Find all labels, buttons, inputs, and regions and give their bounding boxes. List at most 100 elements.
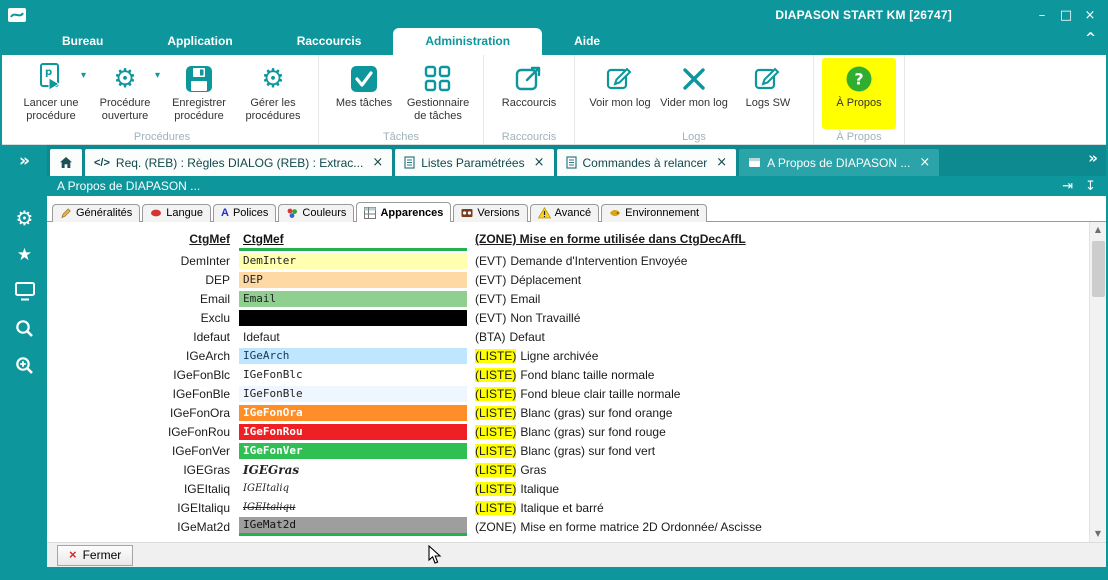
desc-text: Fond bleue clair taille normale (520, 387, 680, 401)
ribbon-button-mes-taches[interactable]: Mes tâches (327, 58, 401, 129)
menu-tab-administration[interactable]: Administration (393, 28, 542, 55)
col-header-zone-desc[interactable]: (ZONE) Mise en forme utilisée dans CtgDe… (467, 232, 1089, 246)
sidebar-double-chevron-icon[interactable]: » (2, 145, 47, 177)
doc-tab-a-propos-de-diapason[interactable]: A Propos de DIAPASON ...× (739, 149, 939, 176)
tab-couleurs[interactable]: Couleurs (278, 204, 354, 222)
desc-text: Italique et barré (520, 501, 603, 515)
table-row-deminter[interactable]: DemInterDemInter(EVT)Demande d'Intervent… (59, 251, 1089, 270)
doc-tab-commandes-a-relancer[interactable]: Commandes à relancer× (557, 149, 737, 176)
table-row-igegras[interactable]: IGEGrasIGEGras(LISTE)Gras (59, 460, 1089, 479)
tab-polices[interactable]: APolices (213, 204, 276, 222)
content-column: </>Req. (REB) : Règles DIALOG (REB) : Ex… (47, 145, 1106, 567)
table-row-igeitaliqu[interactable]: IGEItaliquIGEItaliqu(LISTE)Italique et b… (59, 498, 1089, 517)
sidebar-monitor-icon[interactable] (2, 273, 47, 310)
table-row-igefonrou[interactable]: IGeFonRouIGeFonRou(LISTE)Blanc (gras) su… (59, 422, 1089, 441)
menu-tab-raccourcis[interactable]: Raccourcis (265, 28, 394, 55)
table-row-igemat2d[interactable]: IGeMat2dIGeMat2d(ZONE)Mise en forme matr… (59, 517, 1089, 536)
doc-tab-listes-parametrees[interactable]: Listes Paramétrées× (395, 149, 553, 176)
table-row-exclu[interactable]: ExcluExclu(EVT)Non Travaillé (59, 308, 1089, 327)
dropdown-arrow-icon[interactable]: ▾ (155, 70, 160, 81)
menu-tab-application[interactable]: Application (135, 28, 264, 55)
desc-tag: (LISTE) (475, 349, 516, 363)
panel-tabs: GénéralitésLangueAPolicesCouleurs Apparen… (47, 196, 1106, 222)
sidebar-search-icon[interactable] (2, 310, 47, 347)
ribbon-button-gerer-les-procedures[interactable]: ⚙Gérer les procédures (236, 58, 310, 129)
ribbon-button-vider-mon-log[interactable]: Vider mon log (657, 58, 731, 129)
table-row-igefonver[interactable]: IGeFonVerIGeFonVer(LISTE)Blanc (gras) su… (59, 441, 1089, 460)
sidebar-gear-icon[interactable]: ⚙ (2, 199, 47, 236)
style-description: (LISTE)Gras (467, 463, 1089, 477)
close-tab-icon[interactable]: × (716, 155, 727, 170)
tab-overflow-chevrons-icon[interactable]: » (1088, 149, 1098, 167)
table-row-igefonora[interactable]: IGeFonOraIGeFonOra(LISTE)Blanc (gras) su… (59, 403, 1089, 422)
style-name: IGeFonOra (59, 406, 239, 420)
style-description: (LISTE)Italique (467, 482, 1089, 496)
tab-generalites[interactable]: Généralités (52, 204, 140, 222)
doc-tab-req-reb-regles-dialog-reb-extrac[interactable]: </>Req. (REB) : Règles DIALOG (REB) : Ex… (85, 149, 392, 176)
col-header-ctgmef[interactable]: CtgMef (59, 232, 239, 246)
ribbon-button-a-propos[interactable]: ? À Propos (822, 58, 896, 129)
tab-environnement[interactable]: Environnement (601, 204, 707, 222)
tab-label: Apparences (380, 207, 443, 219)
table-row-dep[interactable]: DEPDEP(EVT)Déplacement (59, 270, 1089, 289)
save-icon (185, 61, 213, 96)
fermer-button[interactable]: × Fermer (57, 545, 133, 566)
sidebar-star-icon[interactable]: ★ (2, 236, 47, 273)
table-row-idefaut[interactable]: IdefautIdefaut(BTA)Defaut (59, 327, 1089, 346)
ribbon-button-label: À Propos (836, 97, 881, 110)
ribbon-button-enregistrer-procedure[interactable]: Enregistrer procédure (162, 58, 236, 129)
font-icon: A (221, 208, 229, 219)
procedure-play-icon: p (38, 61, 64, 96)
table-row-igefonble[interactable]: IGeFonBleIGeFonBle(LISTE)Fond bleue clai… (59, 384, 1089, 403)
sidebar-search-zoom-icon[interactable] (2, 347, 47, 384)
style-description: (LISTE)Blanc (gras) sur fond orange (467, 406, 1089, 420)
grid-table-icon (364, 207, 376, 219)
close-tab-icon[interactable]: × (919, 155, 930, 170)
ribbon-button-raccourcis[interactable]: Raccourcis (492, 58, 566, 129)
style-description: (ZONE)Mise en forme matrice 2D Ordonnée/… (467, 520, 1089, 534)
menu-tab-aide[interactable]: Aide (542, 28, 632, 55)
clear-x-icon (681, 61, 707, 96)
table-row-igeitaliq[interactable]: IGEItaliqIGEItaliq(LISTE)Italique (59, 479, 1089, 498)
ribbon-group-label: Tâches (319, 131, 483, 143)
close-tab-icon[interactable]: × (372, 155, 383, 170)
minimize-button[interactable]: – (1032, 8, 1052, 23)
collapse-ribbon-chevron-icon[interactable]: ^ (1085, 31, 1096, 46)
ribbon-button-voir-mon-log[interactable]: Voir mon log (583, 58, 657, 129)
tab-langue[interactable]: Langue (142, 204, 211, 222)
ribbon-button-gestionnaire-de-taches[interactable]: Gestionnaire de tâches (401, 58, 475, 129)
scroll-down-icon[interactable]: ▼ (1090, 526, 1107, 542)
table-row-igearch[interactable]: IGeArchIGeArch(LISTE)Ligne archivée (59, 346, 1089, 365)
tab-versions[interactable]: Versions (453, 204, 527, 222)
scrollbar-thumb[interactable] (1092, 241, 1105, 297)
maximize-button[interactable]: □ (1056, 8, 1076, 23)
style-name: IGeMat2d (59, 520, 239, 534)
desc-text: Déplacement (510, 273, 581, 287)
desc-text: Blanc (gras) sur fond orange (520, 406, 672, 420)
home-tab[interactable] (50, 149, 82, 176)
menu-tab-bureau[interactable]: Bureau (30, 28, 135, 55)
col-header-ctgmef-sample[interactable]: CtgMef (239, 227, 467, 251)
desc-text: Blanc (gras) sur fond vert (520, 444, 655, 458)
dropdown-arrow-icon[interactable]: ▾ (81, 70, 86, 81)
close-button[interactable]: × (1080, 8, 1100, 23)
ribbon-button-label: Gérer les procédures (236, 97, 310, 123)
tongue-icon (150, 207, 162, 219)
table-row-igefonblc[interactable]: IGeFonBlcIGeFonBlc(LISTE)Fond blanc tail… (59, 365, 1089, 384)
svg-text:?: ? (854, 69, 863, 88)
style-sample: IGeFonRou (239, 424, 467, 440)
tab-avance[interactable]: Avancé (530, 204, 600, 222)
tab-apparences[interactable]: Apparences (356, 202, 451, 222)
scroll-up-icon[interactable]: ▲ (1090, 222, 1107, 238)
close-tab-icon[interactable]: × (534, 155, 545, 170)
ribbon-group-label: Procédures (6, 131, 318, 143)
ribbon-button-lancer-une-procedure[interactable]: p▾Lancer une procédure (14, 58, 88, 129)
tab-label: Avancé (555, 207, 592, 219)
palette-icon (286, 207, 298, 219)
vertical-scrollbar[interactable]: ▲ ▼ (1089, 222, 1106, 542)
download-icon[interactable]: ↧ (1085, 179, 1096, 194)
tab-to-end-icon[interactable]: ⇥ (1062, 179, 1073, 194)
ribbon-button-logs-sw[interactable]: Logs SW (731, 58, 805, 129)
ribbon-button-procedure-ouverture[interactable]: ⚙▾Procédure ouverture (88, 58, 162, 129)
table-row-email[interactable]: EmailEmail(EVT)Email (59, 289, 1089, 308)
